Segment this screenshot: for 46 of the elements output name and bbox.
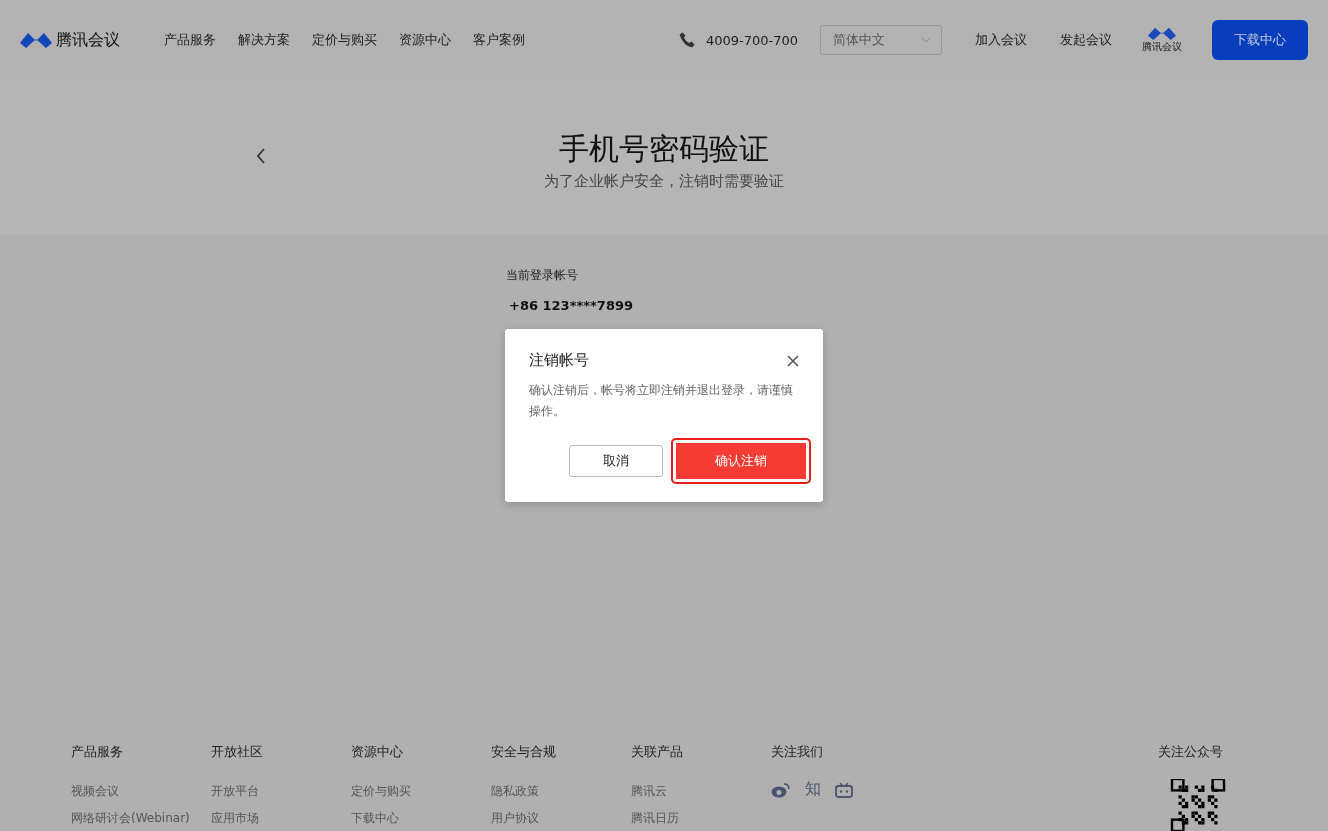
- dialog-message: 确认注销后，帐号将立即注销并退出登录，请谨慎操作。: [529, 382, 794, 420]
- footer-heading: 开放社区: [211, 743, 264, 761]
- dialog-title: 注销帐号: [529, 351, 589, 370]
- cancel-button[interactable]: 取消: [569, 445, 663, 477]
- footer-heading: 资源中心: [351, 743, 404, 761]
- footer-link[interactable]: 隐私政策: [491, 783, 631, 800]
- footer-heading: 关联产品: [631, 743, 684, 761]
- language-select[interactable]: 简体中文: [820, 25, 942, 55]
- footer-link[interactable]: 应用市场: [211, 810, 351, 827]
- logo-icon: [20, 31, 52, 49]
- account-number: +86 123****7899: [509, 298, 635, 313]
- logo-caption: 腾讯会议: [1142, 40, 1182, 54]
- footer-heading: 安全与合规: [491, 743, 557, 761]
- chevron-down-icon: [921, 37, 931, 43]
- tv-icon[interactable]: [835, 781, 853, 798]
- weibo-icon[interactable]: [771, 781, 791, 798]
- footer-heading: 关注我们: [771, 743, 824, 761]
- footer-link[interactable]: 视频会议: [71, 783, 211, 800]
- footer-link[interactable]: 腾讯日历: [631, 810, 771, 827]
- nav-link[interactable]: 解决方案: [238, 31, 290, 49]
- confirm-button[interactable]: 确认注销: [673, 440, 809, 482]
- page-title: 手机号密码验证: [559, 129, 769, 168]
- footer-link[interactable]: 定价与购买: [351, 783, 491, 800]
- nav-link[interactable]: 客户案例: [473, 31, 525, 49]
- account-label: 当前登录帐号: [506, 267, 579, 284]
- footer-link[interactable]: 用户协议: [491, 810, 631, 827]
- logo-icon: [1148, 26, 1176, 40]
- nav-link[interactable]: 定价与购买: [312, 31, 377, 49]
- close-icon[interactable]: [787, 354, 799, 367]
- footer-heading: 产品服务: [71, 743, 124, 761]
- back-icon[interactable]: [256, 148, 266, 164]
- header-link[interactable]: 发起会议: [1060, 31, 1112, 49]
- page-subtitle: 为了企业帐户安全，注销时需要验证: [544, 171, 784, 191]
- footer-link[interactable]: 下载中心: [351, 810, 491, 827]
- header-link[interactable]: 加入会议: [975, 31, 1027, 49]
- zhihu-link[interactable]: 知: [805, 779, 821, 800]
- footer-link[interactable]: 网络研讨会(Webinar): [71, 810, 211, 827]
- footer-heading: 关注公众号: [1158, 743, 1223, 761]
- nav-link[interactable]: 产品服务: [164, 31, 216, 49]
- phone-number: 4009-700-700: [705, 32, 798, 48]
- brand-name: 腾讯会议: [56, 29, 120, 51]
- footer-link[interactable]: 开放平台: [211, 783, 351, 800]
- download-button[interactable]: 下载中心: [1212, 20, 1308, 60]
- footer-link[interactable]: 腾讯云: [631, 783, 771, 800]
- phone-icon: [677, 31, 696, 49]
- nav-link[interactable]: 资源中心: [399, 31, 451, 49]
